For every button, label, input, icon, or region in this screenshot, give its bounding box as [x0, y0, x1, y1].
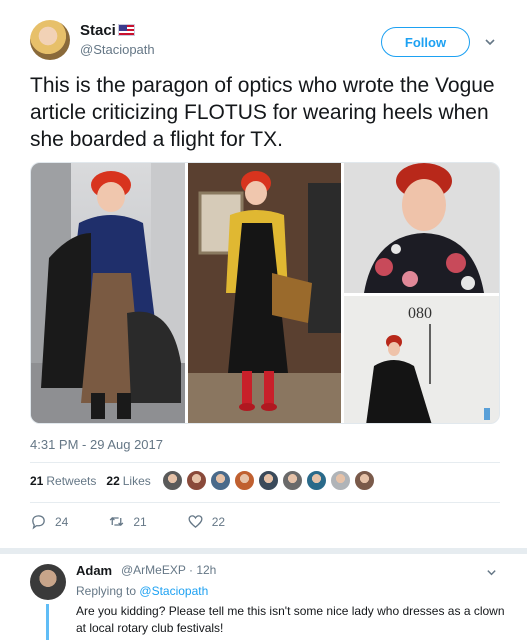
like-button[interactable]: 22	[187, 513, 225, 530]
divider	[30, 502, 500, 503]
liker-avatar[interactable]	[282, 470, 303, 491]
follow-button[interactable]: Follow	[381, 27, 470, 57]
retweet-icon	[110, 517, 124, 526]
tweet-timestamp[interactable]: 4:31 PM - 29 Aug 2017	[30, 437, 163, 452]
reply-author-handle[interactable]: @ArMeEXP	[121, 563, 186, 577]
photo-2[interactable]	[188, 163, 341, 423]
likes-stat[interactable]: 22 Likes	[106, 474, 150, 488]
like-count: 22	[211, 514, 226, 529]
tweet-stats: 21 Retweets 22 Likes	[30, 474, 151, 488]
photo-4[interactable]: 080	[344, 296, 499, 423]
liker-avatar[interactable]	[306, 470, 327, 491]
photo-1[interactable]	[31, 163, 185, 423]
liker-avatars	[162, 470, 375, 491]
reply-text: Are you kidding? Please tell me this isn…	[76, 604, 505, 635]
tweet-text: This is the paragon of optics who wrote …	[30, 74, 495, 151]
photo-3[interactable]	[344, 163, 499, 293]
author-name[interactable]: Staci	[80, 22, 116, 39]
liker-avatar[interactable]	[186, 470, 207, 491]
reply-author-avatar[interactable]	[30, 564, 66, 600]
replying-to-handle[interactable]: @Staciopath	[139, 584, 208, 598]
reply-button[interactable]: 24	[30, 513, 68, 530]
replying-to: Replying to @Staciopath	[76, 584, 208, 598]
reply-time[interactable]: · 12h	[189, 563, 216, 577]
reply-count: 24	[55, 514, 69, 529]
author-avatar[interactable]	[30, 20, 70, 60]
liker-avatar[interactable]	[210, 470, 231, 491]
retweet-button[interactable]: 21	[108, 513, 147, 530]
chevron-down-icon[interactable]	[484, 36, 496, 48]
heart-icon	[188, 515, 203, 528]
tweet-actions: 24 21 22	[30, 513, 265, 530]
divider	[30, 462, 500, 463]
liker-avatar[interactable]	[354, 470, 375, 491]
reply-tweet[interactable]: Adam @ArMeEXP · 12h Replying to @Staciop…	[0, 554, 527, 640]
retweets-count: 21	[30, 474, 44, 488]
liker-avatar[interactable]	[162, 470, 183, 491]
author-handle[interactable]: @Staciopath	[80, 42, 155, 57]
likes-label: Likes	[122, 474, 151, 488]
likes-count: 22	[106, 474, 120, 488]
replying-to-label: Replying to	[76, 584, 137, 598]
thread-line	[46, 604, 49, 640]
liker-avatar[interactable]	[258, 470, 279, 491]
liker-avatar[interactable]	[234, 470, 255, 491]
media-grid: 080	[30, 162, 500, 424]
retweets-stat[interactable]: 21 Retweets	[30, 474, 96, 488]
retweets-label: Retweets	[46, 474, 97, 488]
photo-sign-text: 080	[408, 305, 432, 322]
retweet-count: 21	[133, 514, 147, 529]
chevron-down-icon[interactable]	[486, 567, 497, 578]
reply-meta: @ArMeEXP · 12h	[121, 563, 216, 577]
reply-icon	[32, 515, 45, 530]
liker-avatar[interactable]	[330, 470, 351, 491]
reply-author-name[interactable]: Adam	[76, 563, 112, 578]
us-flag-icon	[118, 24, 135, 36]
